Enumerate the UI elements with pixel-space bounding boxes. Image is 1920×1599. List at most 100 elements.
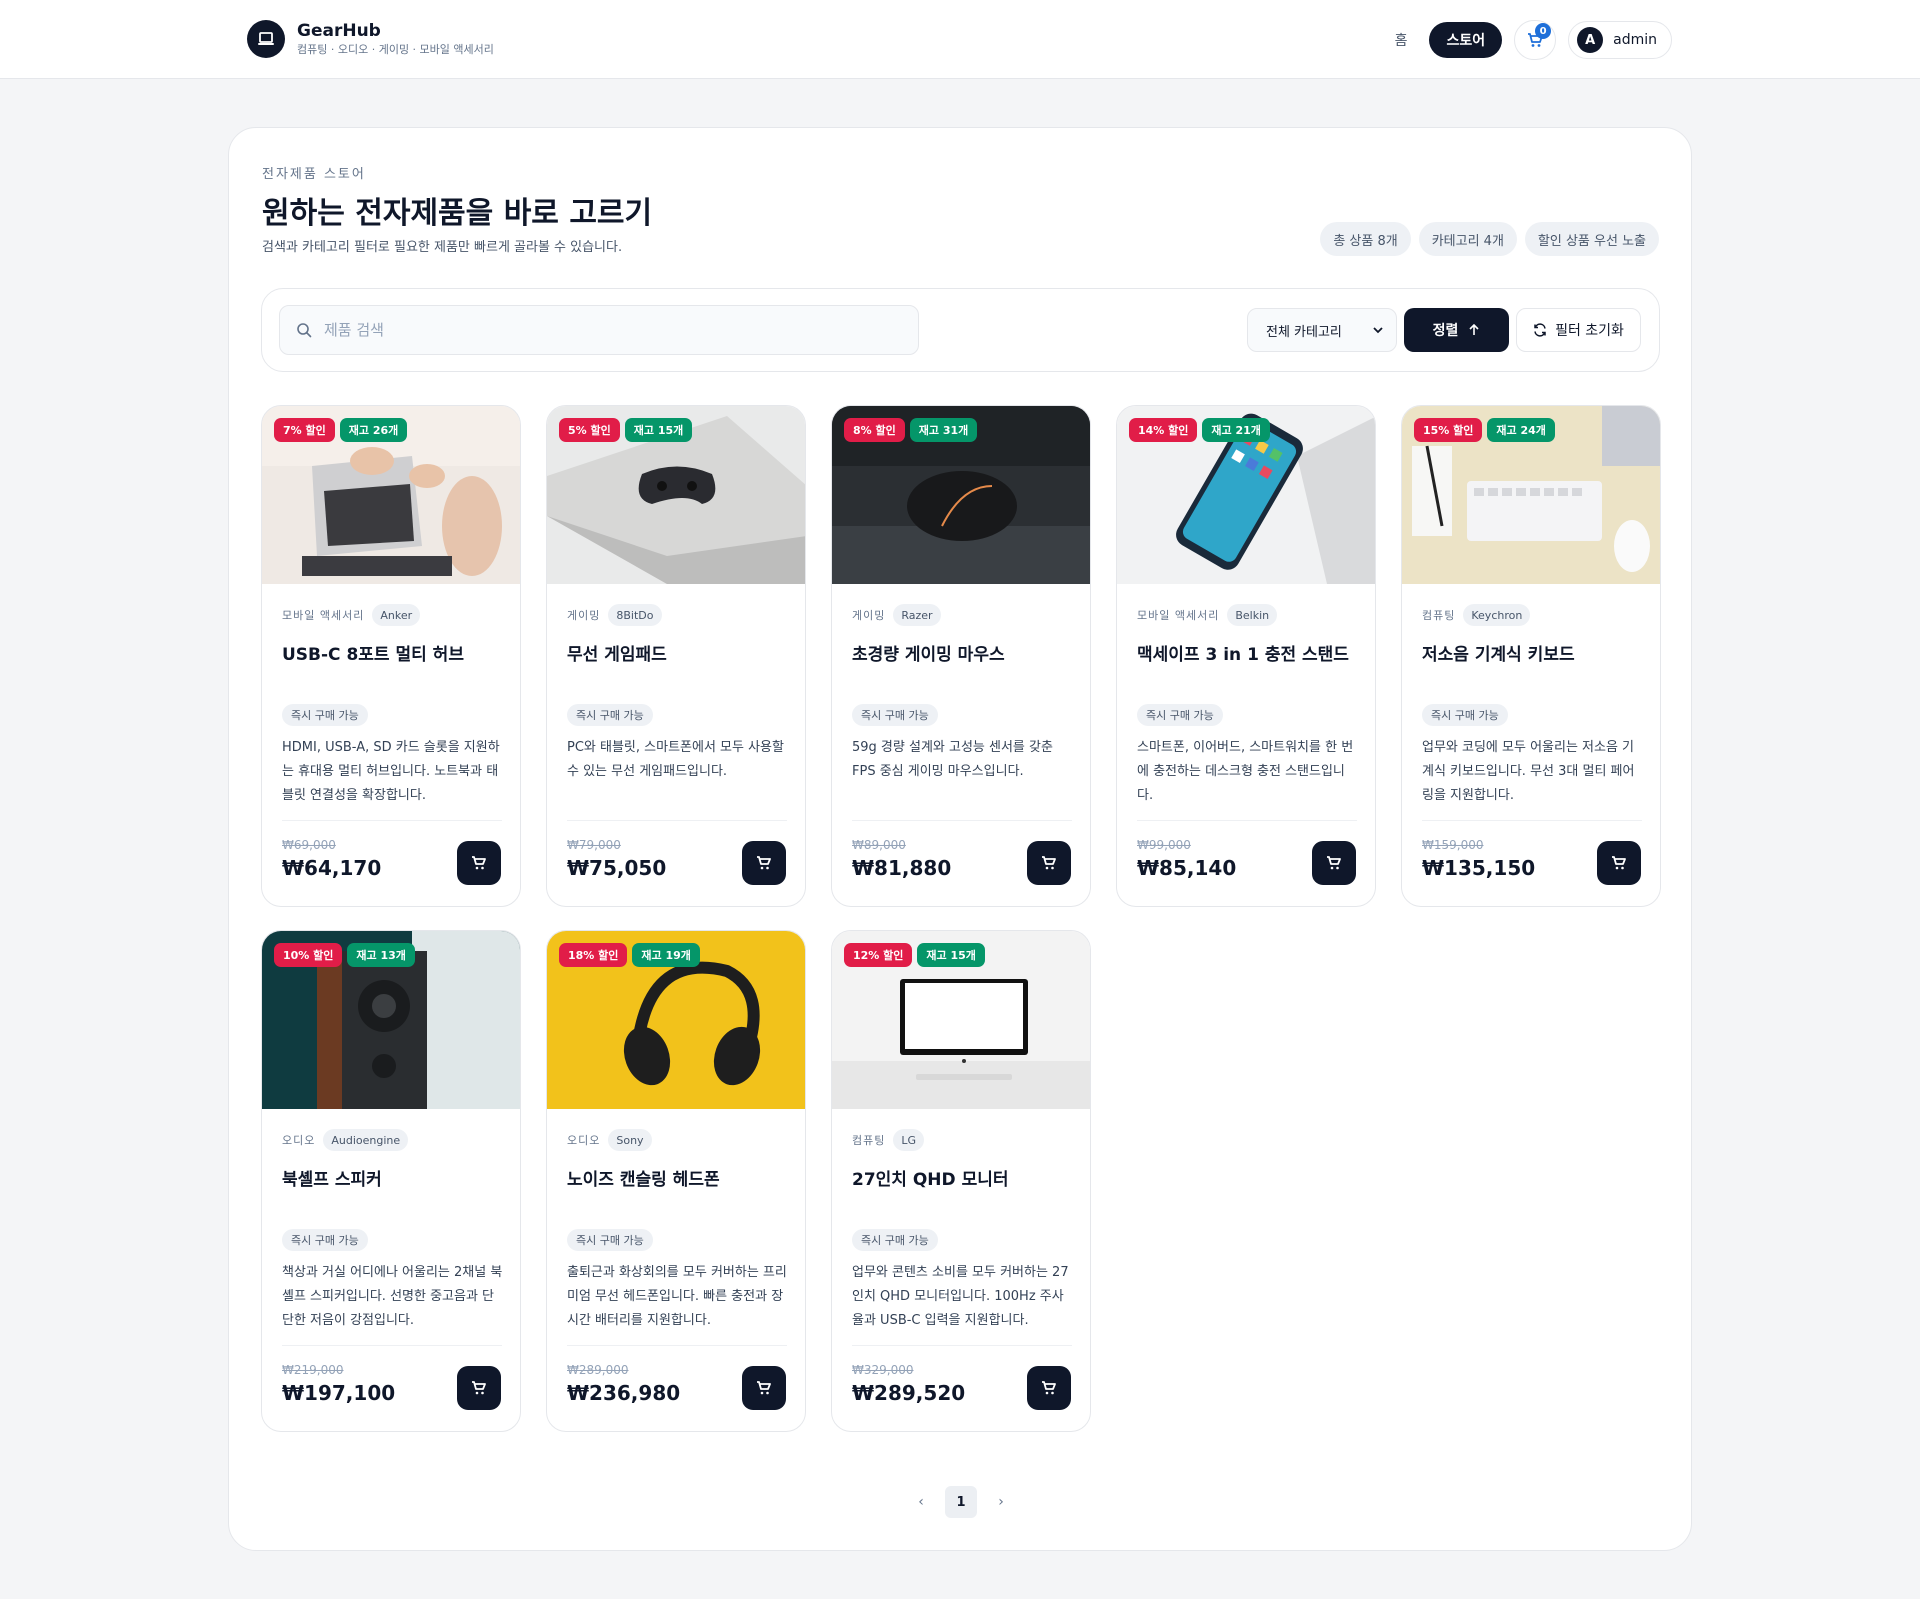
availability-badge: 즉시 구매 가능 — [567, 1229, 653, 1251]
add-to-cart-button[interactable] — [1027, 1366, 1071, 1410]
discount-badge: 10% 할인 — [274, 943, 343, 967]
page-eyebrow: 전자제품 스토어 — [262, 167, 366, 182]
nav-store-link[interactable]: 스토어 — [1429, 22, 1503, 58]
product-name[interactable]: USB-C 8포트 멀티 허브 — [282, 640, 464, 665]
product-image[interactable]: 15% 할인 재고 24개 — [1402, 406, 1660, 584]
add-to-cart-button[interactable] — [742, 841, 786, 885]
product-card[interactable]: 8% 할인 재고 31개 게이밍 Razer 초경량 게이밍 마우스 즉시 구매 … — [831, 405, 1091, 907]
original-price: ₩329,000 — [852, 1363, 914, 1377]
product-brand: Anker — [372, 604, 421, 626]
product-brand: Keychron — [1463, 604, 1531, 626]
cart-icon — [1042, 1381, 1056, 1395]
product-card[interactable]: 14% 할인 재고 21개 모바일 액세서리 Belkin 맥세이프 3 in 1… — [1116, 405, 1376, 907]
chevron-right-icon[interactable]: › — [989, 1490, 1013, 1514]
add-to-cart-button[interactable] — [1312, 841, 1356, 885]
product-card[interactable]: 5% 할인 재고 15개 게이밍 8BitDo 무선 게임패드 즉시 구매 가능 … — [546, 405, 806, 907]
discount-badge: 7% 할인 — [274, 418, 335, 442]
product-category: 게이밍 — [567, 609, 601, 622]
add-to-cart-button[interactable] — [457, 841, 501, 885]
product-image[interactable]: 12% 할인 재고 15개 — [832, 931, 1090, 1109]
cart-icon — [1042, 856, 1056, 870]
sort-label: 정렬 — [1432, 323, 1459, 339]
product-image[interactable]: 5% 할인 재고 15개 — [547, 406, 805, 584]
product-image[interactable]: 8% 할인 재고 31개 — [832, 406, 1090, 584]
availability-badge: 즉시 구매 가능 — [852, 1229, 938, 1251]
cart-button[interactable]: 0 — [1514, 20, 1557, 60]
page-number-button[interactable]: 1 — [945, 1486, 977, 1518]
stock-badge: 재고 24개 — [1487, 418, 1555, 442]
sale-price: ₩289,520 — [852, 1381, 966, 1405]
divider — [282, 1345, 502, 1346]
store-panel: 전자제품 스토어 원하는 전자제품을 바로 고르기 검색과 카테고리 필터로 필… — [228, 127, 1692, 1551]
brand-link[interactable]: GearHub 컴퓨팅 · 오디오 · 게이밍 · 모바일 액세서리 — [247, 20, 494, 58]
product-card[interactable]: 12% 할인 재고 15개 컴퓨팅 LG 27인치 QHD 모니터 즉시 구매 가… — [831, 930, 1091, 1432]
product-category: 오디오 — [282, 1134, 316, 1147]
add-to-cart-button[interactable] — [742, 1366, 786, 1410]
sale-price: ₩85,140 — [1137, 856, 1237, 880]
product-description: PC와 태블릿, 스마트폰에서 모두 사용할 수 있는 무선 게임패드입니다. — [567, 740, 784, 779]
product-brand: Audioengine — [323, 1129, 409, 1151]
sale-price: ₩75,050 — [567, 856, 667, 880]
product-image[interactable]: 7% 할인 재고 26개 — [262, 406, 520, 584]
add-to-cart-button[interactable] — [1597, 841, 1641, 885]
arrow-up-icon — [1469, 324, 1479, 335]
category-select[interactable]: 전체 카테고리 — [1247, 308, 1397, 352]
product-description: 59g 경량 설계와 고성능 센서를 갖춘 FPS 중심 게이밍 마우스입니다. — [852, 740, 1053, 779]
product-card[interactable]: 18% 할인 재고 19개 오디오 Sony 노이즈 캔슬링 헤드폰 즉시 구매 … — [546, 930, 806, 1432]
divider — [852, 820, 1072, 821]
stock-badge: 재고 15개 — [624, 418, 693, 442]
stock-badge: 재고 26개 — [339, 418, 408, 442]
add-to-cart-button[interactable] — [457, 1366, 501, 1410]
original-price: ₩89,000 — [852, 838, 906, 852]
product-description: 스마트폰, 이어버드, 스마트워치를 한 번에 충전하는 데스크형 충전 스탠드… — [1137, 740, 1354, 803]
discount-badge: 18% 할인 — [559, 943, 628, 967]
user-menu-button[interactable]: A admin — [1568, 21, 1672, 59]
product-brand: Razer — [893, 604, 941, 626]
avatar: A — [1577, 27, 1604, 53]
availability-badge: 즉시 구매 가능 — [282, 1229, 368, 1251]
product-image[interactable]: 18% 할인 재고 19개 — [547, 931, 805, 1109]
user-name: admin — [1613, 32, 1657, 48]
sort-button[interactable]: 정렬 — [1404, 308, 1509, 352]
stock-badge: 재고 15개 — [917, 943, 985, 967]
search-input[interactable] — [324, 321, 904, 339]
discount-badge: 15% 할인 — [1414, 418, 1483, 442]
availability-badge: 즉시 구매 가능 — [282, 704, 368, 726]
divider — [1137, 820, 1357, 821]
divider — [567, 820, 787, 821]
product-name[interactable]: 맥세이프 3 in 1 충전 스탠드 — [1137, 640, 1349, 665]
search-icon — [297, 323, 312, 338]
stock-badge: 재고 31개 — [909, 418, 978, 442]
product-name[interactable]: 27인치 QHD 모니터 — [852, 1165, 1009, 1190]
category-count-chip: 카테고리 4개 — [1418, 222, 1517, 256]
product-image[interactable]: 10% 할인 재고 13개 — [262, 931, 520, 1109]
product-card[interactable]: 10% 할인 재고 13개 오디오 Audioengine 북셸프 스피커 즉시 … — [261, 930, 521, 1432]
reset-filters-button[interactable]: 필터 초기화 — [1516, 308, 1641, 352]
cart-icon — [472, 1381, 486, 1395]
cart-icon — [757, 1381, 771, 1395]
product-description: 출퇴근과 화상회의를 모두 커버하는 프리미엄 무선 헤드폰입니다. 빠른 충전… — [567, 1265, 787, 1328]
product-card[interactable]: 15% 할인 재고 24개 컴퓨팅 Keychron 저소음 기계식 키보드 즉시… — [1401, 405, 1661, 907]
product-name[interactable]: 무선 게임패드 — [567, 640, 667, 665]
add-to-cart-button[interactable] — [1027, 841, 1071, 885]
sale-price: ₩64,170 — [282, 856, 382, 880]
search-box[interactable] — [279, 305, 919, 355]
product-image[interactable]: 14% 할인 재고 21개 — [1117, 406, 1375, 584]
discount-badge: 14% 할인 — [1129, 418, 1198, 442]
product-card[interactable]: 7% 할인 재고 26개 모바일 액세서리 Anker USB-C 8포트 멀티 … — [261, 405, 521, 907]
product-name[interactable]: 노이즈 캔슬링 헤드폰 — [567, 1165, 720, 1190]
product-name[interactable]: 북셸프 스피커 — [282, 1165, 382, 1190]
product-name[interactable]: 저소음 기계식 키보드 — [1422, 640, 1575, 665]
chevron-left-icon[interactable]: ‹ — [909, 1490, 933, 1514]
refresh-icon — [1534, 323, 1546, 337]
cart-icon — [472, 856, 486, 870]
product-name[interactable]: 초경량 게이밍 마우스 — [852, 640, 1005, 665]
product-category: 컴퓨팅 — [852, 1134, 886, 1147]
page-subtitle: 검색과 카테고리 필터로 필요한 제품만 빠르게 골라볼 수 있습니다. — [262, 240, 623, 255]
availability-badge: 즉시 구매 가능 — [852, 704, 938, 726]
divider — [852, 1345, 1072, 1346]
reset-label: 필터 초기화 — [1555, 323, 1624, 339]
nav-home-link[interactable]: 홈 — [1395, 30, 1408, 50]
product-category: 게이밍 — [852, 609, 886, 622]
original-price: ₩159,000 — [1422, 838, 1484, 852]
